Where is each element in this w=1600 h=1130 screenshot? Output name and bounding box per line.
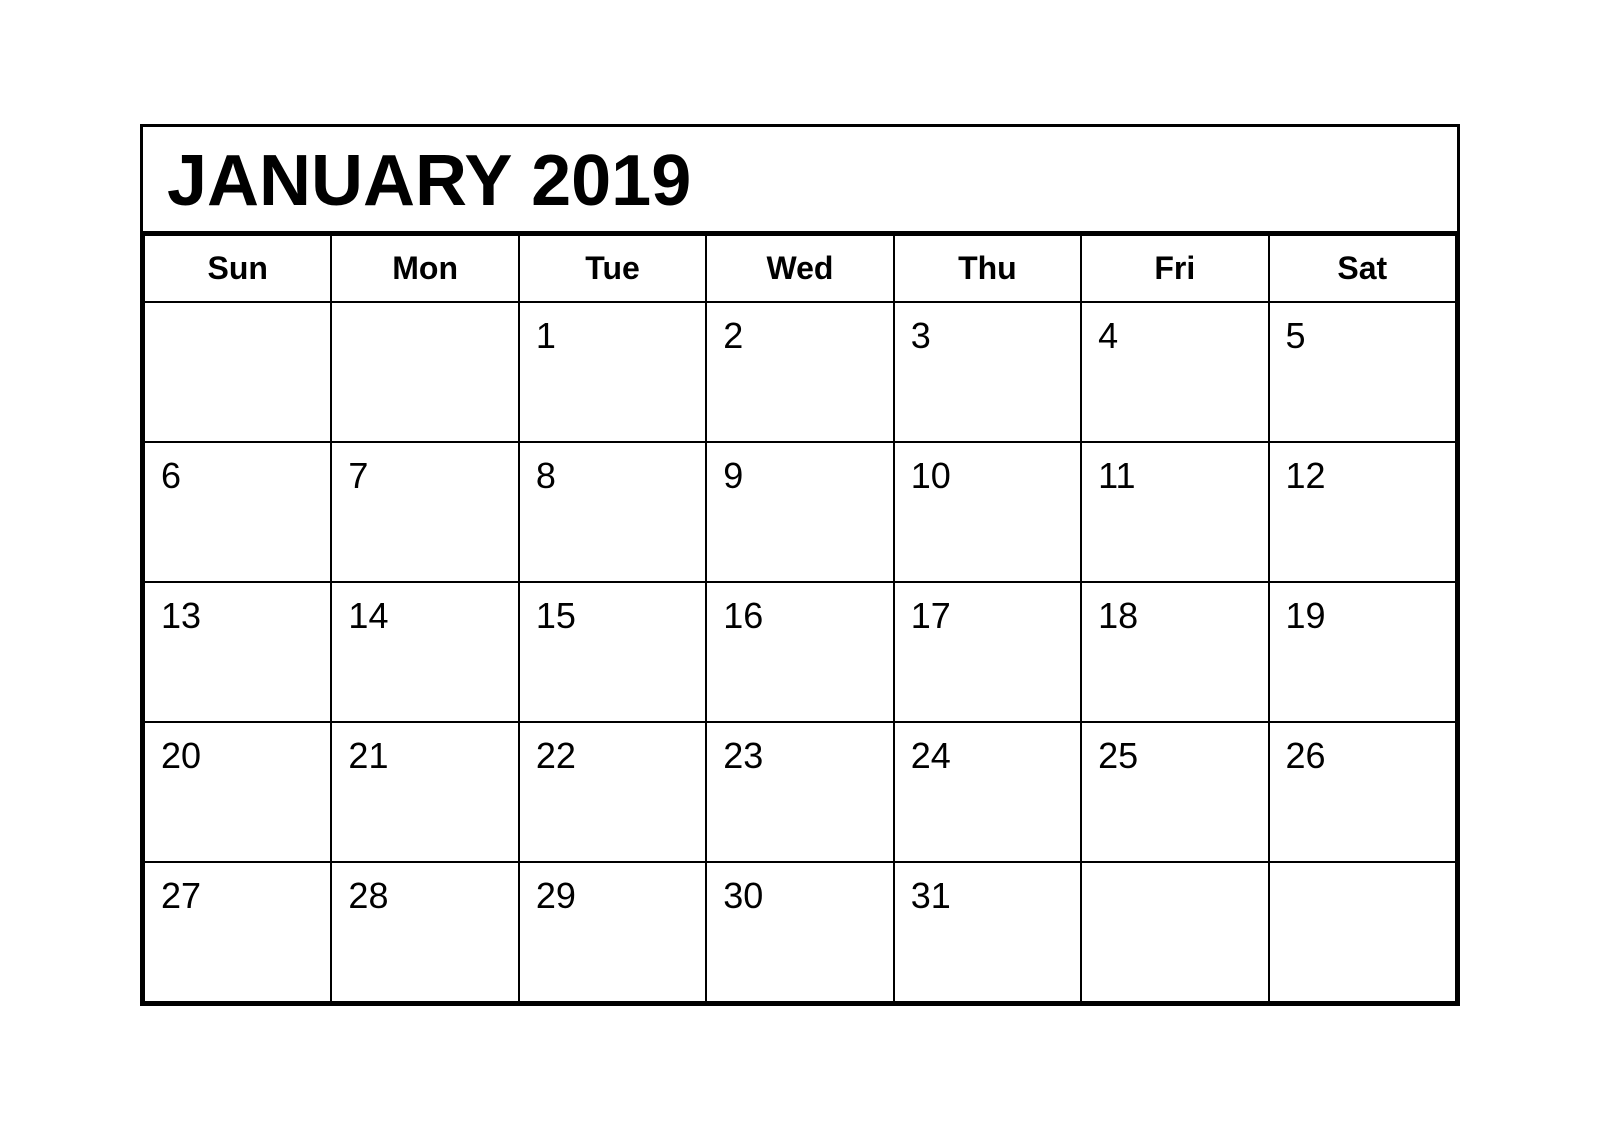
day-cell-8[interactable]: 8 (519, 442, 706, 582)
day-cell-13[interactable]: 13 (144, 582, 331, 722)
day-header-sun: Sun (144, 235, 331, 302)
day-cell-19[interactable]: 19 (1269, 582, 1456, 722)
day-header-mon: Mon (331, 235, 518, 302)
day-cell-28[interactable]: 28 (331, 862, 518, 1002)
calendar-header: JANUARY 2019 (143, 127, 1457, 234)
week-row-0: 12345 (144, 302, 1456, 442)
day-cell-29[interactable]: 29 (519, 862, 706, 1002)
week-row-1: 6789101112 (144, 442, 1456, 582)
day-cell-3[interactable]: 3 (894, 302, 1081, 442)
empty-cell (331, 302, 518, 442)
day-cell-20[interactable]: 20 (144, 722, 331, 862)
empty-cell (1081, 862, 1268, 1002)
day-header-tue: Tue (519, 235, 706, 302)
days-header-row: SunMonTueWedThuFriSat (144, 235, 1456, 302)
day-cell-12[interactable]: 12 (1269, 442, 1456, 582)
day-header-thu: Thu (894, 235, 1081, 302)
day-cell-23[interactable]: 23 (706, 722, 893, 862)
day-cell-17[interactable]: 17 (894, 582, 1081, 722)
day-cell-11[interactable]: 11 (1081, 442, 1268, 582)
week-row-4: 2728293031 (144, 862, 1456, 1002)
day-cell-25[interactable]: 25 (1081, 722, 1268, 862)
week-row-3: 20212223242526 (144, 722, 1456, 862)
day-cell-16[interactable]: 16 (706, 582, 893, 722)
day-cell-14[interactable]: 14 (331, 582, 518, 722)
day-cell-24[interactable]: 24 (894, 722, 1081, 862)
day-cell-7[interactable]: 7 (331, 442, 518, 582)
week-row-2: 13141516171819 (144, 582, 1456, 722)
day-cell-18[interactable]: 18 (1081, 582, 1268, 722)
day-cell-27[interactable]: 27 (144, 862, 331, 1002)
day-cell-10[interactable]: 10 (894, 442, 1081, 582)
day-cell-26[interactable]: 26 (1269, 722, 1456, 862)
calendar-grid: SunMonTueWedThuFriSat 123456789101112131… (143, 234, 1457, 1003)
day-cell-9[interactable]: 9 (706, 442, 893, 582)
day-cell-4[interactable]: 4 (1081, 302, 1268, 442)
day-cell-15[interactable]: 15 (519, 582, 706, 722)
empty-cell (144, 302, 331, 442)
day-cell-30[interactable]: 30 (706, 862, 893, 1002)
day-header-sat: Sat (1269, 235, 1456, 302)
calendar: JANUARY 2019 SunMonTueWedThuFriSat 12345… (140, 124, 1460, 1006)
day-cell-21[interactable]: 21 (331, 722, 518, 862)
day-cell-22[interactable]: 22 (519, 722, 706, 862)
day-header-fri: Fri (1081, 235, 1268, 302)
day-cell-5[interactable]: 5 (1269, 302, 1456, 442)
day-cell-31[interactable]: 31 (894, 862, 1081, 1002)
day-cell-2[interactable]: 2 (706, 302, 893, 442)
calendar-title: JANUARY 2019 (167, 145, 1433, 217)
empty-cell (1269, 862, 1456, 1002)
day-cell-1[interactable]: 1 (519, 302, 706, 442)
day-cell-6[interactable]: 6 (144, 442, 331, 582)
day-header-wed: Wed (706, 235, 893, 302)
